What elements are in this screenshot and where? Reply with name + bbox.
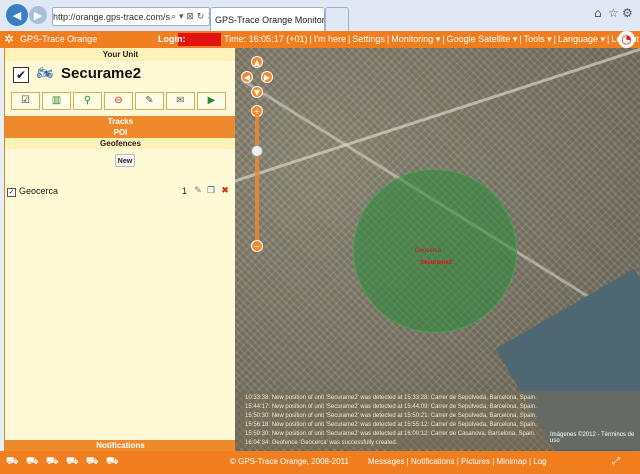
pan-down-icon[interactable]: ▼	[251, 86, 263, 98]
notifications-section[interactable]: Notifications	[5, 440, 236, 451]
map-copyright[interactable]: Imágenes ©2012 - Términos de uso	[550, 432, 640, 444]
bottom-menu[interactable]: Messages | Notifications | Pictures | Mi…	[368, 456, 547, 468]
left-panel: Your Unit ✔ 🏍 Securame2 ☑ ▥ ⚲ ⊖ ✎ ✉ ▶ Tr…	[4, 48, 236, 451]
truck-icon[interactable]: ⛟	[46, 456, 59, 468]
event-line: 15:56:18: New position of unit 'Securame…	[245, 422, 537, 428]
stop-icon[interactable]: ⊖	[104, 92, 133, 110]
zoom-out-icon[interactable]: −	[251, 240, 263, 252]
delete-icon[interactable]: ✖	[220, 186, 230, 196]
unit-map-label[interactable]: Securame2	[420, 260, 452, 266]
menu-google-satellite[interactable]: Google Satellite ▾	[447, 31, 518, 48]
time-display: Time: 16:05:17 (+01)	[224, 34, 308, 44]
settings-gear-icon[interactable]: ⚙	[622, 6, 634, 20]
back-button[interactable]: ◀	[6, 4, 28, 26]
zoom-slider[interactable]	[255, 114, 259, 251]
unit-checkbox[interactable]: ✔	[13, 67, 29, 83]
your-unit-header: Your Unit	[5, 48, 236, 61]
address-bar-icons[interactable]: ⌕ ▾ ⊠ ↻ ✕	[170, 12, 209, 22]
truck-icon[interactable]: ⛟	[86, 456, 99, 468]
forward-button[interactable]: ▶	[29, 6, 47, 24]
gps-trace-logo-icon: ✲	[4, 32, 15, 46]
geofence-row: ✓ Geocerca 1 ✎ ❐ ✖	[5, 185, 236, 199]
collapse-icon[interactable]: ⤢	[612, 456, 620, 468]
footer-copyright: © GPS-Trace Orange, 2008-2011	[230, 457, 349, 466]
truck-icon[interactable]: ⛟	[6, 456, 19, 468]
geofence-checkbox[interactable]: ✓	[7, 188, 16, 197]
event-line: 15:44:17: New position of unit 'Securame…	[245, 404, 537, 410]
motorcycle-icon: 🏍	[37, 66, 54, 81]
home-icon[interactable]: ⌂	[594, 6, 606, 20]
menu-monitoring[interactable]: Monitoring ▾	[391, 31, 440, 48]
unit-toolbar: ☑ ▥ ⚲ ⊖ ✎ ✉ ▶	[11, 92, 231, 111]
menu-settings[interactable]: Settings	[352, 31, 385, 48]
top-menu: Time: 16:05:17 (+01) | I'm here | Settings…	[224, 31, 639, 48]
url-text: http://orange.gps-trace.com/s	[53, 11, 171, 22]
event-line: 10:33:38: New position of unit 'Securame…	[245, 395, 537, 401]
address-bar[interactable]: http://orange.gps-trace.com/s ⌕ ▾ ⊠ ↻ ✕	[52, 7, 210, 26]
tab-title: GPS-Trace Orange Monitori...	[215, 14, 325, 25]
menu-im-here[interactable]: I'm here	[314, 31, 346, 48]
locate-unit-icon[interactable]: ⚲	[73, 92, 102, 110]
pan-up-icon[interactable]: ▲	[251, 56, 263, 68]
favorites-icon[interactable]: ☆	[608, 6, 620, 20]
event-line: 15:59:30: New position of unit 'Securame…	[245, 431, 536, 437]
app-name: GPS-Trace Orange	[20, 34, 98, 44]
unit-row: ✔ 🏍 Securame2	[5, 61, 236, 91]
event-line: 15:50:30: New position of unit 'Securame…	[245, 413, 537, 419]
tools-wrench-icon[interactable]: ✎	[135, 92, 164, 110]
login-label: Login:	[158, 34, 186, 44]
geofence-count: 1	[182, 186, 188, 196]
browser-tab-active[interactable]: GPS-Trace Orange Monitori...	[210, 7, 325, 31]
columns-icon[interactable]: ▥	[42, 92, 71, 110]
geofence-map-label: Geocerca	[415, 248, 442, 254]
bottom-bar: ⛟ ⛟ ⛟ ⛟ ⛟ ⛟ © GPS-Trace Orange, 2008-201…	[0, 451, 640, 474]
pan-left-icon[interactable]: ◀	[241, 71, 253, 83]
geofence-name: Geocerca	[19, 186, 59, 196]
event-line: 16:04:34: Geofence 'Geocerca' was succes…	[245, 440, 398, 446]
poi-section[interactable]: POI	[5, 127, 236, 138]
truck-icon[interactable]: ⛟	[106, 456, 119, 468]
unit-name: Securame2	[61, 65, 142, 82]
menu-tools[interactable]: Tools ▾	[524, 31, 552, 48]
message-envelope-icon[interactable]: ✉	[166, 92, 195, 110]
new-tab-button[interactable]	[325, 7, 349, 31]
orange-logo-icon: ◔	[618, 31, 635, 48]
satellite-map[interactable]: Geocerca Securame2 ▲ ◀ ▶ ▼ + − 10:33:38:…	[235, 48, 640, 451]
pan-right-icon[interactable]: ▶	[261, 71, 273, 83]
copy-icon[interactable]: ❐	[206, 186, 216, 196]
menu-language[interactable]: Language ▾	[558, 31, 605, 48]
truck-icon[interactable]: ⛟	[26, 456, 39, 468]
tracks-section[interactable]: Tracks	[5, 116, 236, 127]
edit-wrench-icon[interactable]: ✎	[193, 186, 203, 196]
select-checkbox-icon[interactable]: ☑	[11, 92, 40, 110]
new-geofence-button[interactable]: New	[115, 154, 135, 167]
truck-icon[interactable]: ⛟	[66, 456, 79, 468]
geofences-header[interactable]: Geofences	[5, 138, 236, 149]
zoom-slider-handle[interactable]	[251, 145, 263, 157]
play-icon[interactable]: ▶	[197, 92, 226, 110]
